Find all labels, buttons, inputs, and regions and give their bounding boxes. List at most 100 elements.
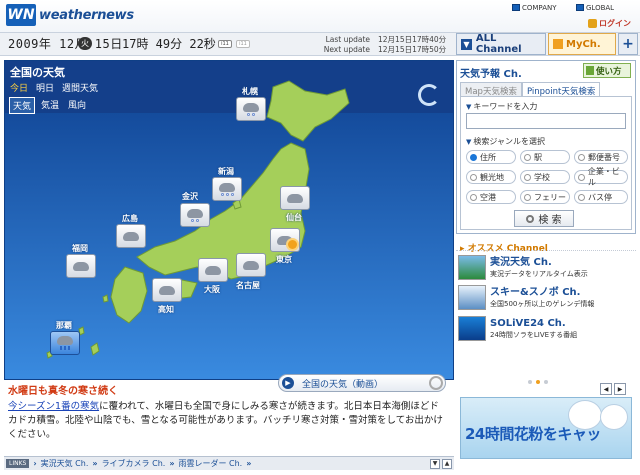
snow-icon-niigata[interactable] bbox=[212, 177, 242, 201]
size-button-1[interactable]: i11 bbox=[218, 40, 232, 48]
chevron-right-icon: » bbox=[246, 459, 252, 468]
city-label-naha: 那覇 bbox=[56, 321, 72, 330]
help-icon bbox=[586, 66, 594, 75]
snow-icon-sapporo[interactable] bbox=[236, 97, 266, 121]
cloud-icon bbox=[287, 193, 303, 203]
scroll-down-icon[interactable]: ▼ bbox=[430, 458, 440, 469]
city-label-osaka: 大阪 bbox=[204, 285, 220, 294]
radio-icon bbox=[578, 173, 585, 181]
chevron-down-icon: ▼ bbox=[461, 38, 472, 50]
skier-thumbnail-icon bbox=[458, 285, 486, 310]
radio-icon bbox=[524, 193, 531, 201]
tab-wind[interactable]: 風向 bbox=[65, 97, 89, 114]
city-label-fukuoka: 福岡 bbox=[72, 244, 88, 253]
add-channel-button[interactable]: + bbox=[618, 33, 638, 55]
genre-sightseeing[interactable]: 観光地 bbox=[466, 170, 516, 184]
triangle-right-icon: ▸ bbox=[460, 244, 468, 254]
genre-label: ▼ 検索ジャンルを選択 bbox=[466, 137, 545, 146]
rain-icon-naha[interactable] bbox=[50, 331, 80, 355]
link-jikkyo[interactable]: 実況天気 Ch. bbox=[41, 458, 89, 469]
tab-weekly[interactable]: 週間天気 bbox=[62, 81, 98, 94]
scroll-up-icon[interactable]: ▲ bbox=[442, 458, 452, 469]
sun-icon bbox=[288, 240, 297, 249]
global-link[interactable]: GLOBAL bbox=[576, 2, 614, 13]
divider bbox=[456, 250, 636, 251]
snowflake-icon bbox=[220, 192, 234, 196]
link-radar[interactable]: 雨雲レーダー Ch. bbox=[178, 458, 242, 469]
genre-school[interactable]: 学校 bbox=[520, 170, 570, 184]
cloud-icon bbox=[159, 285, 175, 295]
genre-postal[interactable]: 郵便番号 bbox=[574, 150, 628, 164]
login-link[interactable]: ログイン bbox=[588, 18, 631, 29]
genre-address[interactable]: 住所 bbox=[466, 150, 516, 164]
tab-today[interactable]: 今日 bbox=[10, 81, 28, 94]
city-label-nagoya: 名古屋 bbox=[236, 281, 260, 290]
snow-icon-kanazawa[interactable] bbox=[180, 203, 210, 227]
keyword-input[interactable] bbox=[466, 113, 626, 129]
next-update-label: Next update bbox=[323, 45, 370, 54]
search-button[interactable]: 検 索 bbox=[514, 210, 574, 227]
global-icon bbox=[576, 4, 584, 11]
next-icon[interactable]: ▶ bbox=[614, 383, 626, 395]
current-time: 17時 49分 22秒 bbox=[122, 37, 216, 51]
genre-ferry[interactable]: フェリー bbox=[520, 190, 570, 204]
company-link[interactable]: COMPANY bbox=[512, 2, 557, 13]
sunny-cloudy-icon-tokyo[interactable] bbox=[270, 228, 300, 252]
genre-company[interactable]: 企業・ビル bbox=[574, 167, 628, 187]
city-label-kanazawa: 金沢 bbox=[182, 192, 198, 201]
radio-icon bbox=[470, 173, 477, 181]
tab-temperature[interactable]: 気温 bbox=[38, 97, 62, 114]
my-channel-button[interactable]: MyCh. bbox=[548, 33, 616, 55]
howto-button[interactable]: 使い方 bbox=[583, 63, 631, 78]
play-icon: ▶ bbox=[282, 377, 294, 389]
cloudy-icon-osaka[interactable] bbox=[198, 258, 228, 282]
all-channel-button[interactable]: ▼ ALL Channel bbox=[456, 33, 546, 55]
speaker-icon bbox=[429, 376, 443, 390]
city-label-sapporo: 札幌 bbox=[242, 87, 258, 96]
tab-weather[interactable]: 天気 bbox=[9, 97, 36, 114]
search-icon bbox=[526, 214, 535, 223]
prev-icon[interactable]: ◀ bbox=[600, 383, 612, 395]
rec-item-solive[interactable]: SOLiVE24 Ch. 24時間ソラをLIVEする番組 bbox=[458, 315, 636, 342]
cloudy-icon-fukuoka[interactable] bbox=[66, 254, 96, 278]
links-bar: LINKS › 実況天気 Ch. » ライブカメラ Ch. » 雨雲レーダー C… bbox=[4, 456, 454, 470]
triangle-down-icon: ▼ bbox=[466, 102, 472, 111]
company-icon bbox=[512, 4, 520, 11]
national-weather-video-button[interactable]: ▶ 全国の天気（動画） bbox=[278, 374, 446, 392]
links-label: LINKS bbox=[6, 459, 30, 468]
cloudy-icon-hiroshima[interactable] bbox=[116, 224, 146, 248]
cloud-icon bbox=[57, 336, 73, 345]
chevron-right-icon: » bbox=[169, 459, 175, 468]
cloudy-icon-kochi[interactable] bbox=[152, 278, 182, 302]
refresh-icon[interactable] bbox=[418, 84, 440, 106]
link-livecam[interactable]: ライブカメラ Ch. bbox=[102, 458, 166, 469]
cloud-icon bbox=[187, 208, 203, 218]
city-label-sendai: 仙台 bbox=[286, 213, 302, 222]
genre-bus-stop[interactable]: バス停 bbox=[574, 190, 628, 204]
mych-icon bbox=[553, 39, 563, 49]
key-icon bbox=[588, 19, 597, 28]
rec-item-jikkyo[interactable]: 実況天気 Ch. 実況データをリアルタイム表示 bbox=[458, 254, 636, 281]
raindrop-icon bbox=[60, 346, 70, 350]
map-title: 全国の天気 bbox=[10, 66, 65, 79]
radio-icon bbox=[578, 153, 585, 161]
cold-air-link[interactable]: 今シーズン1番の寒気 bbox=[8, 401, 99, 412]
solive-thumbnail-icon bbox=[458, 316, 486, 341]
radio-icon bbox=[470, 153, 477, 161]
carousel-dots[interactable] bbox=[528, 380, 548, 384]
next-update-value: 12月15日17時50分 bbox=[378, 45, 447, 54]
genre-station[interactable]: 駅 bbox=[520, 150, 570, 164]
chevron-right-icon: › bbox=[33, 459, 37, 468]
news-body: 今シーズン1番の寒気に覆われて、水曜日も全国で身にしみる寒さが続きます。北日本日… bbox=[8, 400, 448, 442]
recommended-title: ▸ オススメ Channel bbox=[460, 244, 548, 254]
cloudy-icon-sendai[interactable] bbox=[280, 186, 310, 210]
size-button-2[interactable]: i11 bbox=[236, 40, 250, 48]
cloudy-icon-nagoya[interactable] bbox=[236, 253, 266, 277]
genre-airport[interactable]: 空港 bbox=[466, 190, 516, 204]
rec-item-ski[interactable]: スキー&スノボ Ch. 全国500ヶ所以上のゲレンデ情報 bbox=[458, 284, 636, 311]
tab-tomorrow[interactable]: 明日 bbox=[36, 81, 54, 94]
cloud-icon bbox=[243, 260, 259, 270]
weathernews-logo[interactable]: WN weathernews bbox=[6, 3, 134, 27]
type-tabs: 天気 気温 風向 bbox=[9, 97, 89, 114]
city-label-tokyo: 東京 bbox=[276, 255, 292, 264]
